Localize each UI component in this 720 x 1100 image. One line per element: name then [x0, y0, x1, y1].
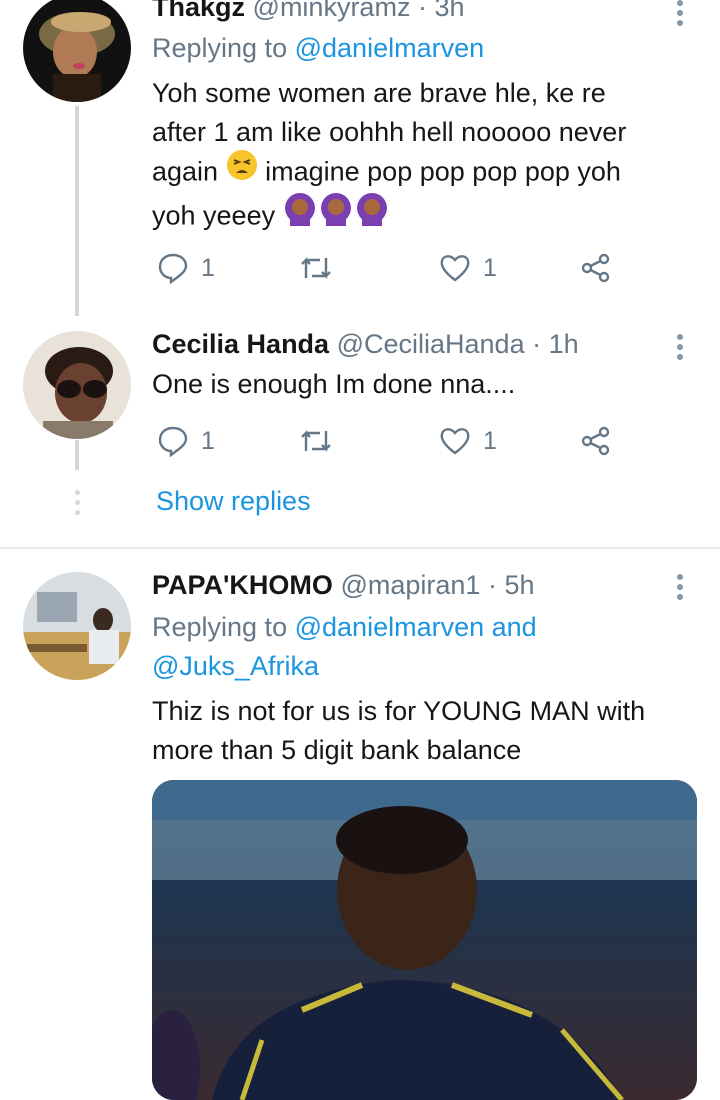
mention-link[interactable]: @Juks_Afrika: [152, 651, 319, 681]
tweet-header: Thakgz @minkyramz · 3h: [152, 0, 465, 24]
thread-line: [75, 106, 79, 316]
user-handle[interactable]: @minkyramz: [253, 0, 411, 22]
share-button[interactable]: [580, 421, 612, 461]
display-name[interactable]: Cecilia Handa: [152, 329, 329, 359]
retweet-button[interactable]: [298, 248, 346, 288]
tweet-text-fragment: imagine pop pop pop pop yoh: [265, 156, 621, 187]
tweet-media-image[interactable]: [152, 780, 697, 1100]
thread-dots: [75, 490, 80, 520]
reply-count: 1: [201, 426, 215, 455]
user-handle[interactable]: @CeciliaHanda: [337, 329, 525, 359]
mention-link[interactable]: @danielmarven and: [295, 612, 537, 642]
replying-to: Replying to @danielmarven: [152, 29, 484, 67]
tired-face-emoji: [226, 149, 258, 192]
tweet-text-line: yoh yeeey: [152, 192, 697, 240]
retweet-button[interactable]: [298, 421, 346, 461]
share-button[interactable]: [580, 248, 612, 288]
tweet-header: PAPA'KHOMO @mapiran1 · 5h: [152, 568, 535, 602]
retweet-icon: [301, 257, 331, 279]
reply-icon: [158, 253, 188, 284]
tweet-text-fragment: yoh yeeey: [152, 200, 276, 231]
tweet-text-line: Yoh some women are brave hle, ke re: [152, 78, 606, 108]
heart-icon: [440, 255, 470, 282]
like-count: 1: [483, 426, 497, 455]
tweet-text: Yoh some women are brave hle, ke re afte…: [152, 74, 697, 240]
reply-button[interactable]: 1: [157, 248, 215, 288]
woman-facepalming-emoji: [283, 192, 391, 237]
reply-icon: [158, 426, 188, 457]
thread-line: [75, 440, 79, 470]
replying-to: Replying to @danielmarven and: [152, 608, 537, 646]
tweet-header: Cecilia Handa @CeciliaHanda · 1h: [152, 327, 579, 361]
avatar-papakhomo[interactable]: [23, 572, 131, 680]
display-name[interactable]: PAPA'KHOMO: [152, 570, 333, 600]
tweet-text-line: again imagine pop pop pop pop yoh: [152, 149, 697, 195]
display-name[interactable]: Thakgz: [152, 0, 245, 22]
like-button[interactable]: 1: [439, 421, 497, 461]
timestamp[interactable]: 1h: [549, 329, 579, 359]
tweet-text-line: after 1 am like oohhh hell nooooo never: [152, 117, 627, 147]
tweet-text-line: more than 5 digit bank balance: [152, 735, 522, 765]
share-icon: [581, 426, 610, 456]
like-count: 1: [483, 253, 497, 282]
share-icon: [581, 253, 610, 283]
heart-icon: [440, 428, 470, 455]
replying-to-prefix: Replying to: [152, 612, 288, 642]
reply-count: 1: [201, 253, 215, 282]
more-vertical-icon[interactable]: [665, 570, 695, 610]
replying-to-continued: @Juks_Afrika: [152, 647, 319, 685]
separator-dot: ·: [532, 329, 542, 359]
timestamp[interactable]: 5h: [504, 570, 534, 600]
separator-dot: ·: [487, 570, 497, 600]
replying-to-prefix: Replying to: [152, 33, 288, 63]
reply-button[interactable]: 1: [157, 421, 215, 461]
avatar-thakgz[interactable]: [23, 0, 131, 102]
user-handle[interactable]: @mapiran1: [340, 570, 480, 600]
avatar-cecilia-handa[interactable]: [23, 331, 131, 439]
tweet-text-line: Thiz is not for us is for YOUNG MAN with: [152, 696, 646, 726]
show-replies-link[interactable]: Show replies: [156, 486, 311, 517]
timestamp[interactable]: 3h: [434, 0, 464, 22]
tweet-text-fragment: again: [152, 156, 219, 187]
like-button[interactable]: 1: [439, 248, 497, 288]
more-vertical-icon[interactable]: [665, 330, 695, 370]
tweet-text: One is enough Im done nna....: [152, 369, 516, 399]
divider: [0, 547, 720, 549]
retweet-icon: [301, 430, 331, 452]
mention-link[interactable]: @danielmarven: [295, 33, 485, 63]
more-vertical-icon[interactable]: [665, 0, 695, 36]
separator-dot: ·: [417, 0, 427, 22]
tweet-text: Thiz is not for us is for YOUNG MAN with…: [152, 692, 697, 770]
